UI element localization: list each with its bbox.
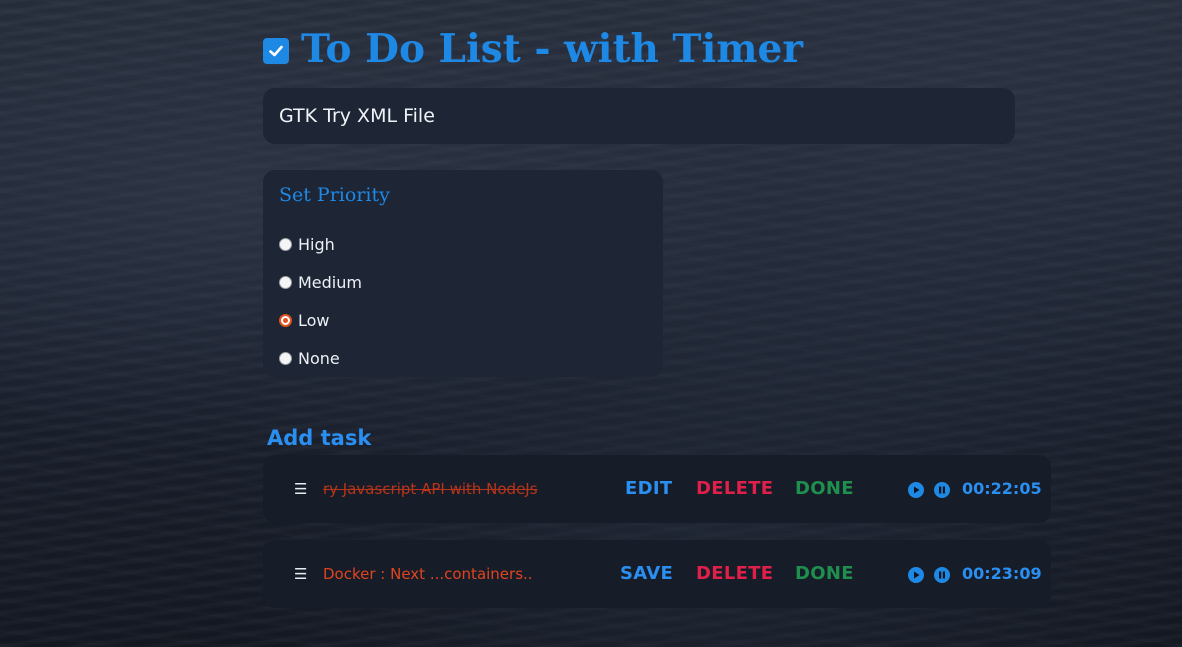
radio-button-none[interactable] bbox=[279, 351, 292, 365]
task-row: ☰ ry Javascript API with NodeJs EDIT DEL… bbox=[263, 455, 1051, 523]
done-button[interactable]: DONE bbox=[795, 540, 854, 608]
save-button[interactable]: SAVE bbox=[620, 540, 673, 608]
header: To Do List - with Timer bbox=[263, 26, 803, 72]
pause-icon[interactable] bbox=[934, 482, 950, 498]
checkbox-checked-icon bbox=[263, 38, 289, 64]
priority-panel: Set Priority High Medium Low None bbox=[263, 170, 663, 377]
priority-title: Set Priority bbox=[279, 184, 390, 206]
priority-label-none: None bbox=[298, 348, 340, 368]
edit-button[interactable]: EDIT bbox=[625, 455, 672, 523]
play-icon[interactable] bbox=[908, 567, 924, 583]
priority-option-low[interactable]: Low bbox=[279, 301, 647, 339]
delete-button[interactable]: DELETE bbox=[696, 540, 773, 608]
task-timer: 00:23:09 bbox=[962, 564, 1042, 583]
priority-option-none[interactable]: None bbox=[279, 339, 647, 377]
priority-label-high: High bbox=[298, 234, 335, 254]
add-task-button[interactable]: Add task bbox=[267, 426, 371, 450]
radio-button-low[interactable] bbox=[279, 313, 292, 327]
task-text: ry Javascript API with NodeJs bbox=[323, 480, 538, 498]
priority-option-high[interactable]: High bbox=[279, 225, 647, 263]
task-row: ☰ Docker : Next ...containers.. SAVE DEL… bbox=[263, 540, 1051, 608]
pause-icon[interactable] bbox=[934, 567, 950, 583]
drag-handle-icon[interactable]: ☰ bbox=[294, 455, 307, 523]
radio-button-high[interactable] bbox=[279, 237, 292, 251]
task-input[interactable] bbox=[263, 88, 1015, 144]
page-title: To Do List - with Timer bbox=[301, 26, 803, 72]
task-timer: 00:22:05 bbox=[962, 479, 1042, 498]
radio-button-medium[interactable] bbox=[279, 275, 292, 289]
task-text: Docker : Next ...containers.. bbox=[323, 565, 533, 583]
priority-label-low: Low bbox=[298, 310, 330, 330]
delete-button[interactable]: DELETE bbox=[696, 455, 773, 523]
priority-label-medium: Medium bbox=[298, 272, 362, 292]
done-button[interactable]: DONE bbox=[795, 455, 854, 523]
drag-handle-icon[interactable]: ☰ bbox=[294, 540, 307, 608]
play-icon[interactable] bbox=[908, 482, 924, 498]
priority-option-medium[interactable]: Medium bbox=[279, 263, 647, 301]
